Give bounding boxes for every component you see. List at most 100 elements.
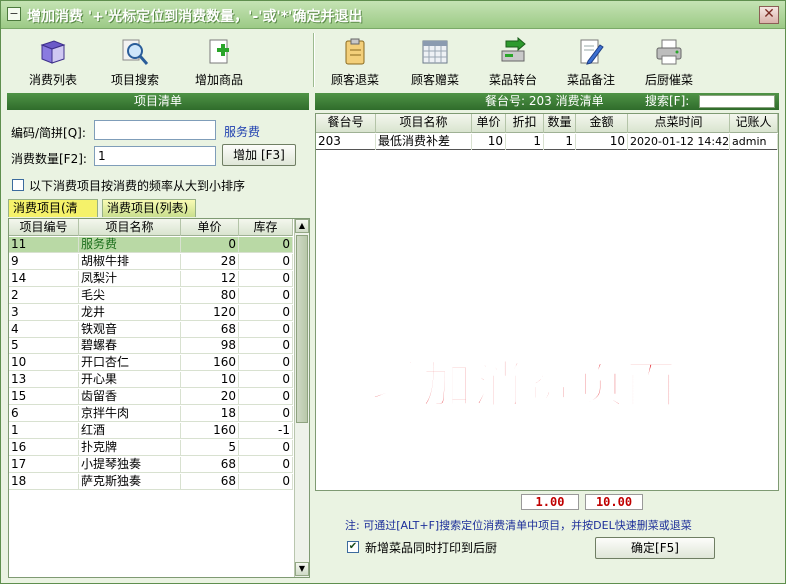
code-input[interactable] xyxy=(94,120,216,140)
table-cell: 13 xyxy=(9,372,79,389)
add-document-icon xyxy=(209,39,229,64)
search-label: 搜索[F]: xyxy=(645,94,690,108)
column-header[interactable]: 项目名称 xyxy=(376,114,472,133)
sort-frequency-checkbox[interactable] xyxy=(12,179,24,191)
toolbar-return-dish-button[interactable]: 顾客退菜 xyxy=(319,31,391,89)
table-cell: 0 xyxy=(239,473,293,490)
table-cell: 萨克斯独奏 xyxy=(79,473,181,490)
table-cell: 1 xyxy=(506,134,544,150)
tab-item-checklist[interactable]: 消费项目(清单) xyxy=(8,199,98,232)
table-row[interactable]: 11 服务费 0 0 xyxy=(9,237,293,253)
note-pencil-icon xyxy=(580,39,604,65)
column-header[interactable]: 单价 xyxy=(181,219,239,236)
table-row[interactable]: 18 萨克斯独奏 68 0 xyxy=(9,473,293,490)
column-header[interactable]: 餐台号 xyxy=(316,114,376,133)
table-cell: 120 xyxy=(181,304,239,321)
toolbar-item-search-button[interactable]: 项目搜索 xyxy=(95,31,175,89)
column-header[interactable]: 数量 xyxy=(544,114,576,133)
table-cell: 0 xyxy=(239,304,293,321)
toolbar-consumption-list-button[interactable]: 消费列表 xyxy=(13,31,93,89)
column-header[interactable]: 点菜时间 xyxy=(628,114,730,133)
quantity-input[interactable]: 1 xyxy=(94,146,216,166)
scroll-up-button[interactable]: ▲ xyxy=(295,219,309,233)
scroll-down-button[interactable]: ▼ xyxy=(295,562,309,576)
toolbar-label: 后厨催菜 xyxy=(644,73,693,87)
table-row[interactable]: 6 京拌牛肉 18 0 xyxy=(9,406,293,422)
system-menu-icon[interactable]: − xyxy=(7,7,21,21)
table-row[interactable]: 3 龙井 120 0 xyxy=(9,304,293,321)
table-cell: 凤梨汁 xyxy=(79,270,181,287)
table-row[interactable]: 4 铁观音 68 0 xyxy=(9,321,293,338)
column-header[interactable]: 库存 xyxy=(239,219,293,236)
transfer-icon xyxy=(501,37,526,62)
toolbar-dish-note-button[interactable]: 菜品备注 xyxy=(553,31,629,89)
table-cell: 10 xyxy=(9,355,79,372)
table-cell: 2 xyxy=(9,287,79,304)
table-cell: 0 xyxy=(239,456,293,473)
toolbar-gift-dish-button[interactable]: 顾客赠菜 xyxy=(397,31,473,89)
table-row[interactable]: 15 齿留香 20 0 xyxy=(9,389,293,406)
book-icon xyxy=(40,40,66,64)
print-to-kitchen-label: 新增菜品同时打印到后厨 xyxy=(365,541,498,555)
scroll-thumb[interactable] xyxy=(296,235,308,423)
window-title: 增加消费 '+'光标定位到消费数量，'-'或'*'确定并退出 xyxy=(27,9,363,25)
table-cell: 1 xyxy=(544,134,576,150)
toolbar-label: 消费列表 xyxy=(28,73,77,87)
item-grid-header: 项目编号 项目名称 单价 库存 xyxy=(9,219,293,236)
table-cell: 6 xyxy=(9,406,79,422)
table-row[interactable]: 14 凤梨汁 12 0 xyxy=(9,270,293,287)
table-cell: 0 xyxy=(239,321,293,338)
column-header[interactable]: 项目编号 xyxy=(9,219,79,236)
table-cell: 160 xyxy=(181,422,239,439)
table-cell: 扑克牌 xyxy=(79,439,181,456)
table-cell: 10 xyxy=(472,134,506,150)
table-cell: 5 xyxy=(181,439,239,456)
table-row[interactable]: 2 毛尖 80 0 xyxy=(9,287,293,304)
order-grid-header: 餐台号 项目名称 单价 折扣 数量 金额 点菜时间 记账人 xyxy=(316,114,778,133)
quantity-total: 1.00 xyxy=(521,494,579,510)
table-cell: 开心果 xyxy=(79,372,181,389)
table-cell: 小提琴独奏 xyxy=(79,456,181,473)
table-cell: 4 xyxy=(9,321,79,338)
table-row[interactable]: 16 扑克牌 5 0 xyxy=(9,439,293,456)
table-cell: 0 xyxy=(239,338,293,355)
toolbar-label: 项目搜索 xyxy=(110,73,159,87)
title-bar[interactable]: − 增加消费 '+'光标定位到消费数量，'-'或'*'确定并退出 ✕ xyxy=(1,1,785,29)
column-header[interactable]: 折扣 xyxy=(506,114,544,133)
table-row[interactable]: 9 胡椒牛排 28 0 xyxy=(9,253,293,270)
item-list-header: 项目清单 xyxy=(7,93,309,110)
table-cell: 毛尖 xyxy=(79,287,181,304)
item-grid-scrollbar[interactable]: ▲ ▼ xyxy=(294,219,309,577)
order-row[interactable]: 203 最低消费补差 10 1 1 10 2020-01-12 14:42 admin xyxy=(316,134,778,150)
print-to-kitchen-checkbox[interactable]: ✔ xyxy=(347,541,359,553)
window: − 增加消费 '+'光标定位到消费数量，'-'或'*'确定并退出 ✕ 消费列表 … xyxy=(0,0,786,584)
table-cell: 0 xyxy=(239,287,293,304)
table-cell: 龙井 xyxy=(79,304,181,321)
column-header[interactable]: 单价 xyxy=(472,114,506,133)
toolbar-transfer-table-button[interactable]: 菜品转台 xyxy=(475,31,551,89)
toolbar-kitchen-rush-button[interactable]: 后厨催菜 xyxy=(631,31,707,89)
table-cell: 18 xyxy=(9,473,79,490)
close-button[interactable]: ✕ xyxy=(759,6,779,24)
column-header[interactable]: 金额 xyxy=(576,114,628,133)
service-fee-link[interactable]: 服务费 xyxy=(224,123,260,140)
table-row[interactable]: 17 小提琴独奏 68 0 xyxy=(9,456,293,473)
table-cell: 160 xyxy=(181,355,239,372)
quantity-label: 消费数量[F2]: xyxy=(11,152,87,166)
column-header[interactable]: 记账人 xyxy=(730,114,778,133)
add-button[interactable]: 增加 [F3] xyxy=(222,144,296,166)
confirm-button[interactable]: 确定[F5] xyxy=(595,537,715,559)
table-cell: 9 xyxy=(9,253,79,270)
toolbar-label: 菜品转台 xyxy=(488,73,537,87)
table-row[interactable]: 10 开口杏仁 160 0 xyxy=(9,355,293,372)
table-cell: 齿留香 xyxy=(79,389,181,406)
search-input[interactable] xyxy=(699,95,775,108)
table-row[interactable]: 1 红酒 160 -1 xyxy=(9,422,293,439)
table-row[interactable]: 13 开心果 10 0 xyxy=(9,372,293,389)
table-row[interactable]: 5 碧螺春 98 0 xyxy=(9,338,293,355)
column-header[interactable]: 项目名称 xyxy=(79,219,181,236)
tab-item-list[interactable]: 消费项目(列表) xyxy=(102,199,196,217)
toolbar-add-product-button[interactable]: 增加商品 xyxy=(179,31,259,89)
table-cell: 胡椒牛排 xyxy=(79,253,181,270)
toolbar-separator xyxy=(313,33,315,87)
